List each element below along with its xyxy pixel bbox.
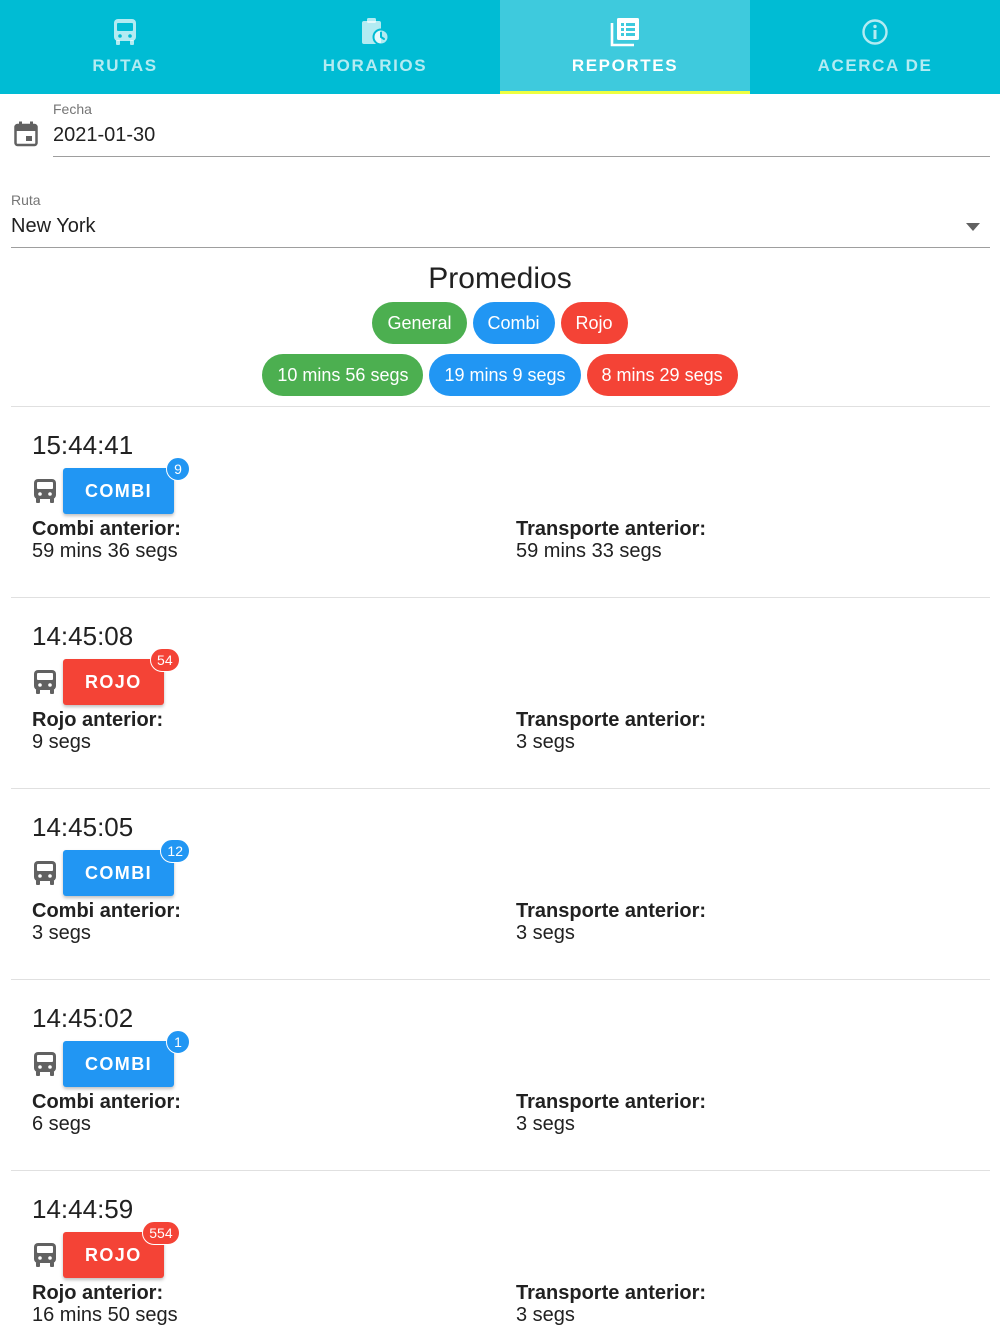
promedios-value-chips: 10 mins 56 segs 19 mins 9 segs 8 mins 29… (0, 354, 1000, 396)
clipboard-clock-icon (362, 18, 390, 46)
ruta-select[interactable]: Ruta New York (0, 186, 1000, 250)
bus-icon (34, 861, 56, 885)
info-icon (862, 19, 888, 45)
transport-value: 59 mins 33 segs (516, 540, 662, 562)
tab-label: REPORTES (571, 56, 679, 75)
chip-general: General (372, 302, 467, 344)
combi-button[interactable]: COMBI 12 (63, 839, 190, 896)
prev-label: Rojo anterior: (32, 1282, 164, 1304)
bus-icon (34, 1052, 56, 1076)
combi-button[interactable]: COMBI 1 (63, 1030, 190, 1087)
entry-time: 14:45:05 (32, 812, 134, 842)
tab-reportes[interactable]: REPORTES (500, 0, 750, 94)
bus-icon (34, 1243, 56, 1267)
type-label: COMBI (85, 863, 152, 883)
bus-icon (114, 19, 136, 45)
fecha-underline (53, 156, 990, 157)
count-badge: 9 (166, 457, 190, 481)
fecha-field[interactable]: Fecha 2021-01-30 (0, 94, 1000, 158)
tab-label: ACERCA DE (817, 56, 933, 75)
transport-value: 3 segs (516, 1304, 575, 1326)
chip-combi: Combi (472, 302, 555, 344)
report-entry: 14:45:02 COMBI 1 Combi anterior: 6 segs … (11, 981, 990, 1171)
chip-combi-average: 19 mins 9 segs (429, 354, 581, 396)
combi-button[interactable]: COMBI 9 (63, 457, 190, 514)
entry-time: 15:44:41 (32, 430, 134, 460)
entry-divider (11, 1170, 990, 1171)
transport-label: Transporte anterior: (516, 518, 707, 540)
transport-label: Transporte anterior: (516, 1091, 707, 1113)
type-label: ROJO (85, 672, 142, 692)
report-entry: 15:44:41 COMBI 9 Combi anterior: 59 mins… (11, 408, 990, 598)
prev-label: Combi anterior: (32, 1091, 181, 1113)
bus-icon (34, 479, 56, 503)
prev-label: Combi anterior: (32, 518, 181, 540)
entry-time: 14:45:02 (32, 1003, 134, 1033)
chip-rojo: Rojo (560, 302, 628, 344)
tab-label: RUTAS (92, 56, 158, 75)
entry-divider (11, 979, 990, 980)
prev-label: Combi anterior: (32, 900, 181, 922)
prev-value: 9 segs (32, 731, 91, 753)
type-label: COMBI (85, 481, 152, 501)
promedios-divider (11, 406, 990, 407)
chip-general-average: 10 mins 56 segs (262, 354, 424, 396)
entry-divider (11, 788, 990, 789)
count-badge: 554 (142, 1221, 180, 1245)
type-label: COMBI (85, 1054, 152, 1074)
prev-label: Rojo anterior: (32, 709, 164, 731)
report-entry: 14:45:08 ROJO 54 Rojo anterior: 9 segs T… (11, 599, 990, 789)
type-label: ROJO (85, 1245, 142, 1265)
prev-value: 16 mins 50 segs (32, 1304, 178, 1326)
count-badge: 1 (166, 1030, 190, 1054)
top-tab-bar: RUTAS HORARIOS REPORTES ACERCA DE (0, 0, 1000, 94)
ruta-underline (11, 247, 990, 248)
fecha-value[interactable]: 2021-01-30 (53, 124, 155, 147)
transport-label: Transporte anterior: (516, 1282, 707, 1304)
entry-time: 14:44:59 (32, 1194, 134, 1224)
entry-divider (11, 597, 990, 598)
entry-time: 14:45:08 (32, 621, 134, 651)
bus-icon (34, 670, 56, 694)
dropdown-arrow-icon[interactable] (966, 223, 980, 231)
report-entry: 14:45:05 COMBI 12 Combi anterior: 3 segs… (11, 790, 990, 980)
transport-value: 3 segs (516, 731, 575, 753)
chip-rojo-average: 8 mins 29 segs (586, 354, 738, 396)
count-badge: 54 (150, 648, 180, 672)
calendar-icon (14, 121, 38, 147)
transport-value: 3 segs (516, 1113, 575, 1135)
transport-label: Transporte anterior: (516, 709, 707, 731)
prev-value: 6 segs (32, 1113, 91, 1135)
report-entry: 14:44:59 ROJO 554 Rojo anterior: 16 mins… (11, 1172, 990, 1333)
promedios-category-chips: General Combi Rojo (0, 302, 1000, 344)
tab-acerca-de[interactable]: ACERCA DE (750, 0, 1000, 94)
report-list-icon (610, 18, 639, 47)
count-badge: 12 (160, 839, 190, 863)
tab-rutas[interactable]: RUTAS (0, 0, 250, 94)
ruta-value[interactable]: New York (11, 215, 96, 238)
rojo-button[interactable]: ROJO 554 (63, 1221, 180, 1278)
ruta-label: Ruta (11, 192, 41, 208)
promedios-title: Promedios (428, 262, 572, 295)
fecha-label: Fecha (53, 101, 92, 117)
prev-value: 3 segs (32, 922, 91, 944)
rojo-button[interactable]: ROJO 54 (63, 648, 180, 705)
transport-value: 3 segs (516, 922, 575, 944)
tab-label: HORARIOS (322, 56, 428, 75)
prev-value: 59 mins 36 segs (32, 540, 178, 562)
transport-label: Transporte anterior: (516, 900, 707, 922)
tab-horarios[interactable]: HORARIOS (250, 0, 500, 94)
